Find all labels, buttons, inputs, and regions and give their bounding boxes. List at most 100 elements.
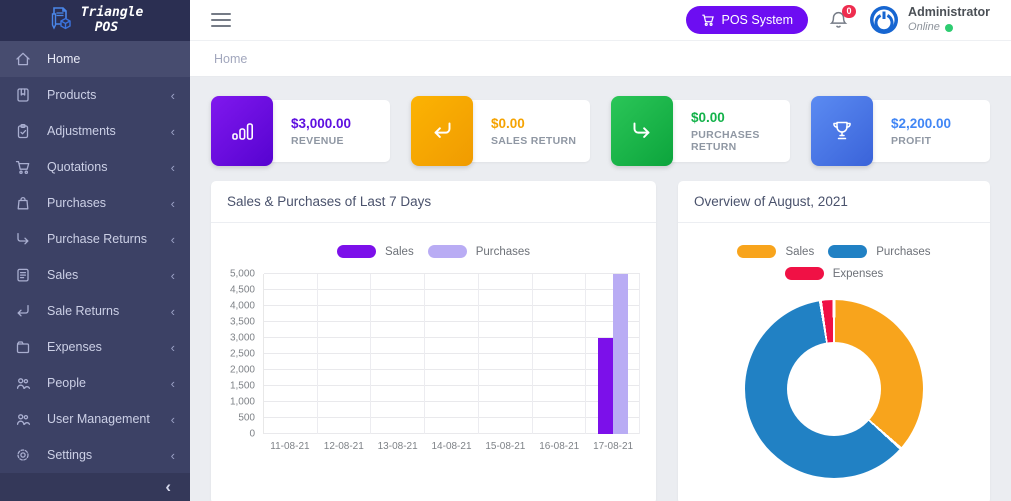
legend-swatch — [428, 245, 467, 258]
sidebar-item-products[interactable]: Products ‹ — [0, 77, 190, 113]
charts-row: Sales & Purchases of Last 7 Days Sales Pu… — [211, 181, 990, 501]
legend-label: Sales — [385, 246, 414, 258]
sidebar-item-label: Sales — [47, 268, 78, 282]
bar-chart-plot — [263, 274, 640, 434]
online-status-dot — [945, 24, 953, 32]
sidebar-item-quotations[interactable]: Quotations ‹ — [0, 149, 190, 185]
notifications-button[interactable]: 0 — [828, 10, 849, 31]
bar-chart-x-axis: 11-08-2112-08-2113-08-2114-08-2115-08-21… — [263, 441, 640, 452]
legend-label: Expenses — [833, 268, 884, 280]
bar-category-cell — [586, 274, 640, 434]
people-icon — [15, 375, 32, 392]
sidebar-item-label: Products — [47, 88, 96, 102]
stat-card-sales-return: $0.00SALES RETURN — [411, 100, 590, 162]
avatar — [869, 5, 899, 35]
sidebar-item-label: Home — [47, 52, 80, 66]
cart-icon — [701, 13, 715, 27]
bar-chart-legend: Sales Purchases — [227, 245, 640, 258]
sidebar-item-label: Purchases — [47, 196, 106, 210]
legend-item-sales[interactable]: Sales — [737, 245, 814, 258]
chevron-left-icon: ‹ — [171, 377, 175, 390]
user-menu[interactable]: Administrator Online — [869, 5, 990, 35]
sidebar-item-label: User Management — [47, 412, 150, 426]
legend-item-purchases[interactable]: Purchases — [428, 245, 530, 258]
bar-purchases — [613, 274, 628, 434]
sidebar-item-adjustments[interactable]: Adjustments‹ — [0, 113, 190, 149]
y-axis-tick: 2,000 — [230, 365, 255, 376]
sidebar-item-purchases[interactable]: Purchases ‹ — [0, 185, 190, 221]
sidebar-item-people[interactable]: People‹ — [0, 365, 190, 401]
triangle-pos-logo-icon — [47, 5, 74, 37]
sidebar-item-sale-returns[interactable]: Sale Returns ‹ — [0, 293, 190, 329]
stat-value: $0.00 — [491, 116, 590, 131]
sidebar-item-label: Adjustments — [47, 124, 116, 138]
donut-chart-legend: Sales Purchases Expenses — [694, 245, 974, 280]
y-axis-tick: 2,500 — [230, 349, 255, 360]
y-axis-tick: 3,500 — [230, 317, 255, 328]
main-area: POS System 0 — [190, 0, 1011, 501]
chevron-left-icon: ‹ — [171, 89, 175, 102]
pos-system-button[interactable]: POS System — [686, 6, 809, 34]
sidebar-item-settings[interactable]: Settings‹ — [0, 437, 190, 473]
x-axis-tick: 14-08-21 — [425, 441, 479, 452]
settings-icon — [15, 447, 32, 464]
stat-card-revenue: $3,000.00 REVENUE — [211, 100, 390, 162]
x-axis-tick: 11-08-21 — [263, 441, 317, 452]
sidebar-item-sales[interactable]: Sales‹ — [0, 257, 190, 293]
sidebar-item-label: Settings — [47, 448, 92, 462]
legend-swatch — [337, 245, 376, 258]
app-logo[interactable]: Triangle POS — [0, 0, 190, 41]
y-axis-tick: 3,000 — [230, 333, 255, 344]
stat-card-body: $3,000.00 REVENUE — [265, 100, 390, 162]
purchase-returns-icon — [15, 231, 32, 248]
stat-value: $3,000.00 — [291, 116, 390, 131]
sidebar-item-purchase-returns[interactable]: Purchase Returns ‹ — [0, 221, 190, 257]
bar-chart-title: Sales & Purchases of Last 7 Days — [211, 181, 656, 223]
bar-category-cell — [533, 274, 587, 434]
sidebar-item-label: Quotations — [47, 160, 107, 174]
user-status: Online — [908, 21, 990, 35]
sidebar-item-user-management[interactable]: User Management‹ — [0, 401, 190, 437]
bar-category-cell — [425, 274, 479, 434]
stat-card-profit: $2,200.00PROFIT — [811, 100, 990, 162]
overview-chart-card: Overview of August, 2021 SalesPurchasesE… — [678, 181, 990, 501]
stat-value: $2,200.00 — [891, 116, 990, 131]
legend-swatch — [828, 245, 867, 258]
stats-row: $3,000.00REVENUE$0.00SALES RETURN$0.00PU… — [211, 100, 990, 162]
bar-category-cell — [371, 274, 425, 434]
bar-chart-y-axis: 05001,0001,5002,0002,5003,0003,5004,0004… — [227, 274, 263, 434]
sidebar-collapse-button[interactable]: ‹ — [0, 473, 190, 501]
home-icon — [15, 51, 32, 68]
bar-chart: 05001,0001,5002,0002,5003,0003,5004,0004… — [227, 274, 640, 434]
sidebar-item-label: Expenses — [47, 340, 102, 354]
chevron-left-icon: ‹ — [171, 341, 175, 354]
trophy-icon — [811, 96, 873, 166]
products-icon — [15, 87, 32, 104]
chevron-left-icon: ‹ — [171, 197, 175, 210]
sidebar-item-label: Sale Returns — [47, 304, 119, 318]
hamburger-menu-icon[interactable] — [211, 13, 231, 27]
legend-item-expenses[interactable]: Expenses — [785, 267, 884, 280]
sidebar-item-expenses[interactable]: Expenses ‹ — [0, 329, 190, 365]
stat-card-purchases-return: $0.00PURCHASES RETURN — [611, 100, 790, 162]
bar-category-cell — [264, 274, 318, 434]
stat-card-body: $2,200.00PROFIT — [865, 100, 990, 162]
expenses-icon — [15, 339, 32, 356]
chevron-left-icon: ‹ — [171, 233, 175, 246]
forward-arrow-icon — [611, 96, 673, 166]
legend-item-purchases[interactable]: Purchases — [828, 245, 930, 258]
breadcrumb-home-link[interactable]: Home — [214, 52, 247, 66]
sidebar: Triangle POS HomeProducts‹Adjustments‹Qu… — [0, 0, 190, 501]
sidebar-item-label: Purchase Returns — [47, 232, 147, 246]
chevron-left-icon: ‹ — [171, 161, 175, 174]
chevron-left-icon: ‹ — [165, 477, 171, 497]
stat-label: REVENUE — [291, 135, 390, 147]
dashboard-content: $3,000.00REVENUE$0.00SALES RETURN$0.00PU… — [190, 77, 1011, 501]
sidebar-item-home[interactable]: Home — [0, 41, 190, 77]
chevron-left-icon: ‹ — [171, 305, 175, 318]
stat-label: PURCHASES RETURN — [691, 129, 790, 153]
user-management-icon — [15, 411, 32, 428]
y-axis-tick: 0 — [249, 429, 255, 440]
x-axis-tick: 13-08-21 — [371, 441, 425, 452]
legend-item-sales[interactable]: Sales — [337, 245, 414, 258]
